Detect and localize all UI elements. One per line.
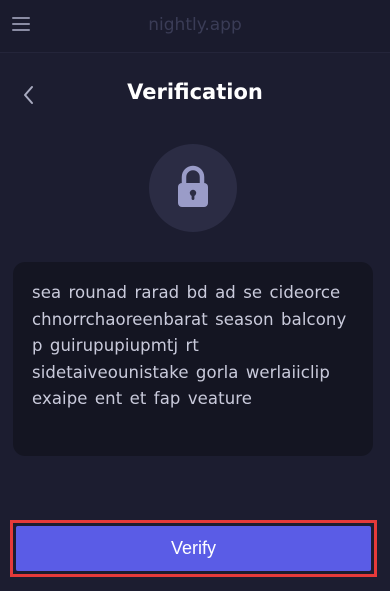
padlock-icon	[178, 165, 208, 207]
verify-button[interactable]: Verify	[16, 526, 371, 571]
recovery-phrase-text: sea rounad rarad bd ad se cideorce chnor…	[32, 283, 347, 408]
page-title: Verification	[127, 80, 263, 104]
top-bar: nightly.app	[0, 0, 390, 53]
app-name: nightly.app	[148, 15, 242, 35]
lock-badge	[149, 144, 237, 232]
recovery-phrase-box: sea rounad rarad bd ad se cideorce chnor…	[13, 262, 373, 456]
verify-button-highlight: Verify	[10, 520, 377, 577]
